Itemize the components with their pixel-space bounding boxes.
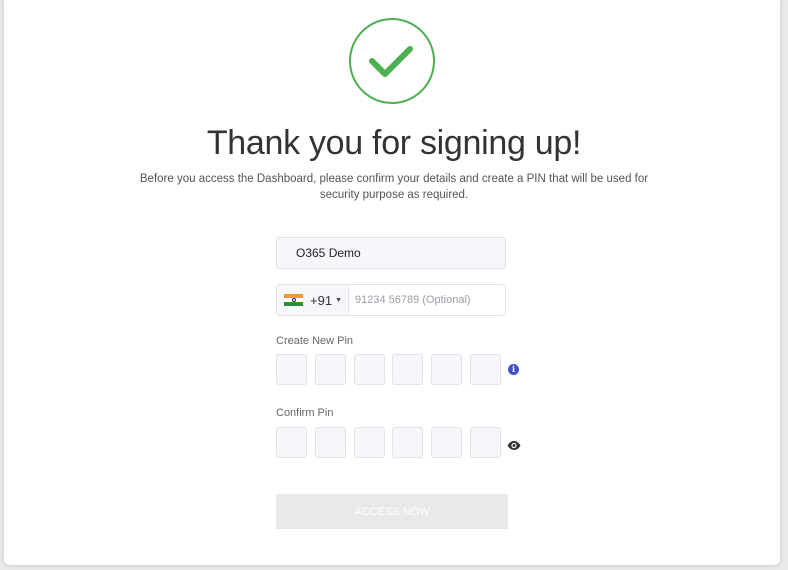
phone-input[interactable] <box>349 285 505 315</box>
create-pin-digit-4[interactable] <box>392 354 424 385</box>
create-pin-digit-6[interactable] <box>469 354 501 385</box>
confirm-pin-label: Confirm Pin <box>276 407 334 419</box>
access-now-button[interactable]: ACCESS NOW <box>276 494 508 529</box>
check-circle-icon <box>349 18 435 104</box>
confirm-pin-digit-5[interactable] <box>431 427 463 458</box>
create-pin-digit-2[interactable] <box>314 354 346 385</box>
country-code: +91 <box>310 292 333 308</box>
chevron-down-icon: ▼ <box>335 296 342 304</box>
create-pin-digit-5[interactable] <box>431 354 463 385</box>
page-title: Thank you for signing up! <box>206 124 582 162</box>
confirm-pin-row <box>276 427 509 458</box>
confirm-pin-digit-4[interactable] <box>392 427 424 458</box>
phone-field-group: +91 ▼ <box>276 284 506 316</box>
confirm-pin-digit-1[interactable] <box>276 427 307 458</box>
create-pin-digit-3[interactable] <box>353 354 385 385</box>
info-icon[interactable]: i <box>508 364 519 375</box>
create-pin-label: Create New Pin <box>276 335 354 347</box>
india-flag-icon <box>284 293 303 307</box>
name-field[interactable] <box>276 237 506 269</box>
create-pin-row <box>276 354 509 385</box>
confirm-pin-digit-2[interactable] <box>314 427 346 458</box>
page-subtitle: Before you access the Dashboard, please … <box>139 173 649 201</box>
confirm-pin-digit-3[interactable] <box>353 427 385 458</box>
confirm-pin-digit-6[interactable] <box>469 427 501 458</box>
country-code-select[interactable]: +91 ▼ <box>277 285 349 315</box>
create-pin-digit-1[interactable] <box>276 354 307 385</box>
eye-icon[interactable] <box>507 437 521 455</box>
